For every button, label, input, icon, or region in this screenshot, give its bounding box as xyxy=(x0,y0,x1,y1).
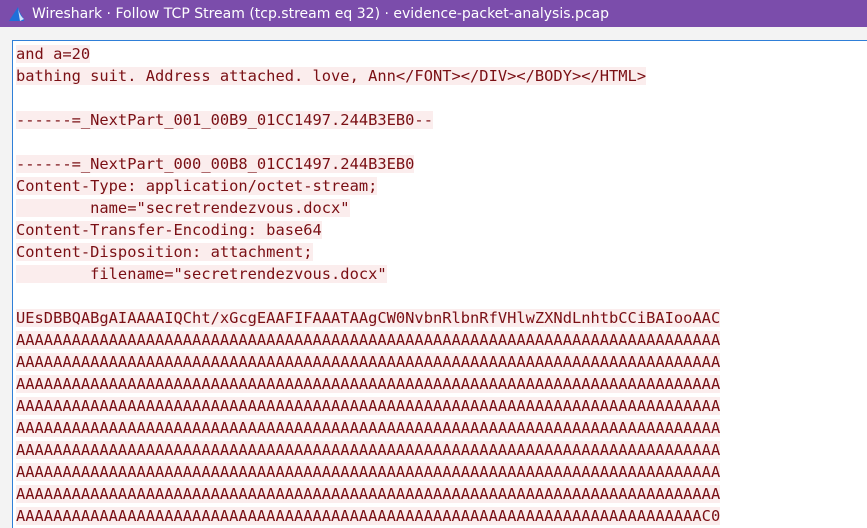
stream-line-text: AAAAAAAAAAAAAAAAAAAAAAAAAAAAAAAAAAAAAAAA… xyxy=(16,375,721,393)
stream-content-area[interactable]: and a=20 bathing suit. Address attached. … xyxy=(12,40,867,528)
stream-line xyxy=(13,131,867,153)
stream-line-text: AAAAAAAAAAAAAAAAAAAAAAAAAAAAAAAAAAAAAAAA… xyxy=(16,485,721,503)
wireshark-fin-icon xyxy=(6,5,26,23)
stream-line-text: ------=_NextPart_001_00B9_01CC1497.244B3… xyxy=(16,111,433,129)
stream-line: AAAAAAAAAAAAAAAAAAAAAAAAAAAAAAAAAAAAAAAA… xyxy=(13,483,867,505)
stream-line-text: AAAAAAAAAAAAAAAAAAAAAAAAAAAAAAAAAAAAAAAA… xyxy=(16,331,721,349)
stream-line: Content-Disposition: attachment; xyxy=(13,241,867,263)
stream-line-text: AAAAAAAAAAAAAAAAAAAAAAAAAAAAAAAAAAAAAAAA… xyxy=(16,507,721,525)
window-title: Wireshark · Follow TCP Stream (tcp.strea… xyxy=(32,5,610,22)
stream-line: AAAAAAAAAAAAAAAAAAAAAAAAAAAAAAAAAAAAAAAA… xyxy=(13,505,867,527)
stream-line: AAAAAAAAAAAAAAAAAAAAAAAAAAAAAAAAAAAAAAAA… xyxy=(13,373,867,395)
stream-line: AAAAAAAAAAAAAAAAAAAAAAAAAAAAAAAAAAAAAAAA… xyxy=(13,417,867,439)
stream-line-text: bathing suit. Address attached. love, An… xyxy=(16,67,647,85)
wireshark-follow-stream-window: Wireshark · Follow TCP Stream (tcp.strea… xyxy=(0,0,867,528)
stream-line-text: and a=20 xyxy=(16,45,91,63)
stream-line-text: Content-Type: application/octet-stream; xyxy=(16,177,378,195)
stream-line: AAAAAAAAAAAAAAAAAAAAAAAAAAAAAAAAAAAAAAAA… xyxy=(13,395,867,417)
stream-line-text: Content-Disposition: attachment; xyxy=(16,243,313,261)
stream-line: Content-Type: application/octet-stream; xyxy=(13,175,867,197)
stream-line-text: Content-Transfer-Encoding: base64 xyxy=(16,221,322,239)
stream-line-text: ------=_NextPart_000_00B8_01CC1497.244B3… xyxy=(16,155,415,173)
title-bar[interactable]: Wireshark · Follow TCP Stream (tcp.strea… xyxy=(0,0,867,27)
stream-line-text: AAAAAAAAAAAAAAAAAAAAAAAAAAAAAAAAAAAAAAAA… xyxy=(16,397,721,415)
stream-line-text: AAAAAAAAAAAAAAAAAAAAAAAAAAAAAAAAAAAAAAAA… xyxy=(16,463,721,481)
stream-line: ------=_NextPart_000_00B8_01CC1497.244B3… xyxy=(13,153,867,175)
stream-line: and a=20 xyxy=(13,43,867,65)
stream-line: bathing suit. Address attached. love, An… xyxy=(13,65,867,87)
stream-line-text: AAAAAAAAAAAAAAAAAAAAAAAAAAAAAAAAAAAAAAAA… xyxy=(16,353,721,371)
stream-line-text: UEsDBBQABgAIAAAAIQCht/xGcgEAAFIFAAATAAgC… xyxy=(16,309,721,327)
stream-line-text: AAAAAAAAAAAAAAAAAAAAAAAAAAAAAAAAAAAAAAAA… xyxy=(16,419,721,437)
stream-line: AAAAAAAAAAAAAAAAAAAAAAAAAAAAAAAAAAAAAAAA… xyxy=(13,329,867,351)
stream-line-text: AAAAAAAAAAAAAAAAAAAAAAAAAAAAAAAAAAAAAAAA… xyxy=(16,441,721,459)
stream-line: name="secretrendezvous.docx" xyxy=(13,197,867,219)
stream-line: UEsDBBQABgAIAAAAIQCht/xGcgEAAFIFAAATAAgC… xyxy=(13,307,867,329)
stream-line: ------=_NextPart_001_00B9_01CC1497.244B3… xyxy=(13,109,867,131)
stream-line-text: filename="secretrendezvous.docx" xyxy=(16,265,387,283)
stream-line-text: name="secretrendezvous.docx" xyxy=(16,199,350,217)
stream-line: AAAAAAAAAAAAAAAAAAAAAAAAAAAAAAAAAAAAAAAA… xyxy=(13,439,867,461)
stream-line: filename="secretrendezvous.docx" xyxy=(13,263,867,285)
stream-line xyxy=(13,87,867,109)
stream-line: Content-Transfer-Encoding: base64 xyxy=(13,219,867,241)
stream-line xyxy=(13,285,867,307)
stream-line: AAAAAAAAAAAAAAAAAAAAAAAAAAAAAAAAAAAAAAAA… xyxy=(13,461,867,483)
stream-line: AAAAAAAAAAAAAAAAAAAAAAAAAAAAAAAAAAAAAAAA… xyxy=(13,351,867,373)
